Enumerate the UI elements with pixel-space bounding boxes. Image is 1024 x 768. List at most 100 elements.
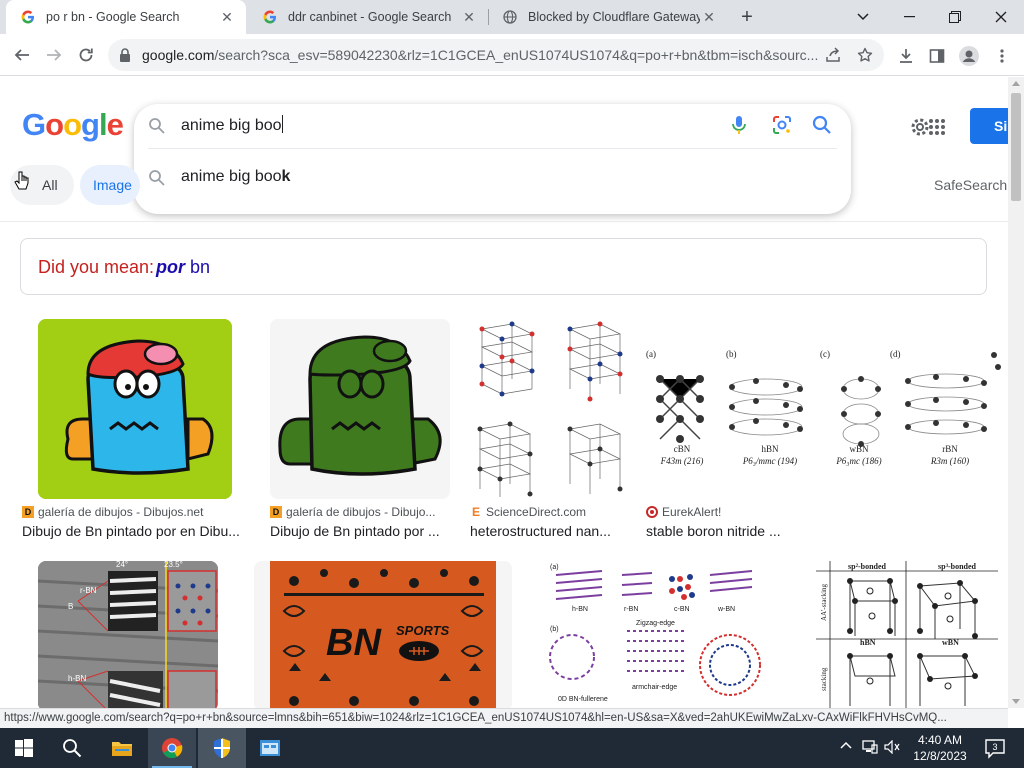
start-button[interactable] xyxy=(0,728,48,768)
sp-side-label: AA'-stacking xyxy=(820,583,828,621)
voice-search-icon[interactable] xyxy=(727,113,751,137)
tem-label: h-BN xyxy=(68,674,86,683)
side-panel-icon[interactable] xyxy=(926,45,948,67)
download-icon[interactable] xyxy=(895,45,917,67)
search-box[interactable]: anime big boo anime big book xyxy=(134,104,851,214)
result-thumbnail-bn-polymorphs[interactable]: (a) (b) (c) (d) cBN hBN wBN rBN F43m (21… xyxy=(646,319,1002,499)
image-result[interactable]: sp²-bonded sp³-bonded hBN wBN AA'-stacki… xyxy=(800,561,1000,708)
image-result[interactable]: E ScienceDirect.com heterostructured nan.… xyxy=(470,319,626,549)
logo-letter: G xyxy=(22,107,46,142)
close-window-button[interactable] xyxy=(978,0,1024,34)
result-thumbnail-tem-image[interactable]: r-BN B h-BN 24° 23.5° xyxy=(38,561,218,708)
lens-search-icon[interactable] xyxy=(770,113,794,137)
share-icon[interactable] xyxy=(824,46,842,64)
result-caption[interactable]: stable boron nitride ... xyxy=(646,523,946,539)
result-thumbnail-sp-bonded[interactable]: sp²-bonded sp³-bonded hBN wBN AA'-stacki… xyxy=(800,561,1000,708)
new-tab-button[interactable]: + xyxy=(736,6,758,28)
image-result[interactable]: (a) h-BN r-BN c-BN w-BN (b) 0D BN-fuller… xyxy=(532,561,780,708)
image-result[interactable]: BN SPORTS xyxy=(254,561,512,708)
tab-search-icon[interactable] xyxy=(840,0,886,34)
result-thumbnail-crystal-structures[interactable] xyxy=(470,319,626,499)
nano-label: Zigzag-edge xyxy=(636,620,675,627)
more-menu-icon[interactable] xyxy=(991,45,1013,67)
result-source[interactable]: Dgalería de dibujos - Dibujo... xyxy=(270,505,435,519)
did-you-mean-link[interactable]: por bn xyxy=(156,257,210,278)
image-result[interactable]: r-BN B h-BN 24° 23.5° xyxy=(22,561,236,708)
result-thumbnail-cartoon[interactable] xyxy=(38,319,232,499)
notification-count: 3 xyxy=(992,742,997,752)
filter-chip-images[interactable]: Image xyxy=(80,165,140,205)
crystal-name: cBN xyxy=(674,444,691,454)
result-thumbnail-bn-nanostructures[interactable]: (a) h-BN r-BN c-BN w-BN (b) 0D BN-fuller… xyxy=(532,561,780,708)
tab-ddr-canbinet[interactable]: ddr canbinet - Google Search ✕ xyxy=(248,0,488,34)
lock-icon[interactable] xyxy=(118,47,134,63)
file-explorer-icon[interactable] xyxy=(98,728,146,768)
scroll-up-arrow-icon[interactable] xyxy=(1012,81,1020,86)
url-text: google.com/search?sca_esv=589042230&rlz=… xyxy=(142,47,822,63)
tab-google-search-active[interactable]: po r bn - Google Search ✕ xyxy=(6,0,246,34)
result-thumbnail-cartoon-outline[interactable] xyxy=(270,319,450,499)
browser-toolbar: google.com/search?sca_esv=589042230&rlz=… xyxy=(0,34,1024,76)
google-g-icon xyxy=(262,9,278,25)
link-status-bar: https://www.google.com/search?q=po+r+bn&… xyxy=(0,708,1008,728)
security-shield-icon[interactable] xyxy=(198,728,246,768)
close-tab-icon[interactable]: ✕ xyxy=(700,8,718,26)
google-apps-icon[interactable] xyxy=(928,118,946,136)
image-result[interactable]: Dgalería de dibujos - Dibujos.net Dibujo… xyxy=(22,319,250,549)
search-submit-icon[interactable] xyxy=(810,113,834,137)
volume-muted-icon[interactable] xyxy=(884,739,900,757)
sp-label: sp³-bonded xyxy=(938,562,977,571)
safesearch-link[interactable]: SafeSearch xyxy=(934,177,1007,193)
suggestion-prefix: anime big boo xyxy=(181,168,282,185)
text-caret xyxy=(281,115,283,133)
image-result[interactable]: Dgalería de dibujos - Dibujo... Dibujo d… xyxy=(270,319,450,549)
search-input[interactable]: anime big boo xyxy=(181,115,283,135)
restore-button[interactable] xyxy=(932,0,978,34)
network-icon[interactable] xyxy=(862,740,878,757)
crystal-name: hBN xyxy=(761,444,779,454)
nano-label: 0D BN-fullerene xyxy=(558,696,608,703)
scroll-down-arrow-icon[interactable] xyxy=(1012,699,1020,704)
back-button[interactable] xyxy=(8,41,36,69)
browser-window: po r bn - Google Search ✕ ddr canbinet -… xyxy=(0,0,1024,728)
notification-center-icon[interactable]: 3 xyxy=(984,737,1006,759)
bookmark-star-icon[interactable] xyxy=(856,46,874,64)
page-scrollbar[interactable] xyxy=(1008,77,1024,708)
image-result[interactable]: (a) (b) (c) (d) cBN hBN wBN rBN F43m (21… xyxy=(646,319,1002,549)
search-divider xyxy=(148,148,837,149)
taskbar-clock[interactable]: 4:40 AM 12/8/2023 xyxy=(900,732,980,764)
tab-blocked-cloudflare[interactable]: Blocked by Cloudflare Gateway ✕ xyxy=(488,0,728,34)
clock-date: 12/8/2023 xyxy=(913,749,967,763)
google-logo[interactable]: Google xyxy=(22,107,124,143)
profile-avatar-icon[interactable] xyxy=(958,45,980,67)
corrected-rest: bn xyxy=(185,257,211,277)
close-tab-icon[interactable]: ✕ xyxy=(460,8,478,26)
sign-in-button[interactable]: Si xyxy=(970,108,1008,144)
chrome-taskbar-icon[interactable] xyxy=(148,728,196,768)
result-caption[interactable]: Dibujo de Bn pintado por ... xyxy=(270,523,450,539)
result-source[interactable]: EurekAlert! xyxy=(646,505,721,519)
scrollbar-thumb[interactable] xyxy=(1011,93,1021,201)
source-name: EurekAlert! xyxy=(662,505,722,519)
autocomplete-suggestion[interactable]: anime big book xyxy=(134,158,851,198)
reload-button[interactable] xyxy=(72,41,100,69)
nano-label: c-BN xyxy=(674,606,690,613)
minimize-button[interactable] xyxy=(886,0,932,34)
google-g-icon xyxy=(20,9,36,25)
mouse-cursor-icon xyxy=(14,170,30,192)
taskbar-search-icon[interactable] xyxy=(48,728,96,768)
source-name: ScienceDirect.com xyxy=(486,505,587,519)
result-source[interactable]: Dgalería de dibujos - Dibujos.net xyxy=(22,505,203,519)
app-window-icon[interactable] xyxy=(246,728,294,768)
close-tab-icon[interactable]: ✕ xyxy=(218,8,236,26)
sp-label: hBN xyxy=(860,638,876,647)
address-bar[interactable]: google.com/search?sca_esv=589042230&rlz=… xyxy=(108,39,884,71)
result-caption[interactable]: heterostructured nan... xyxy=(470,523,626,539)
source-favicon: D xyxy=(270,506,282,518)
result-source[interactable]: E ScienceDirect.com xyxy=(470,505,586,519)
show-hidden-icons-chevron-icon[interactable] xyxy=(840,740,852,755)
result-caption[interactable]: Dibujo de Bn pintado por en Dibu... xyxy=(22,523,248,539)
logo-letter: l xyxy=(98,107,108,142)
result-thumbnail-bn-sports[interactable]: BN SPORTS xyxy=(254,561,512,708)
forward-button[interactable] xyxy=(40,41,68,69)
